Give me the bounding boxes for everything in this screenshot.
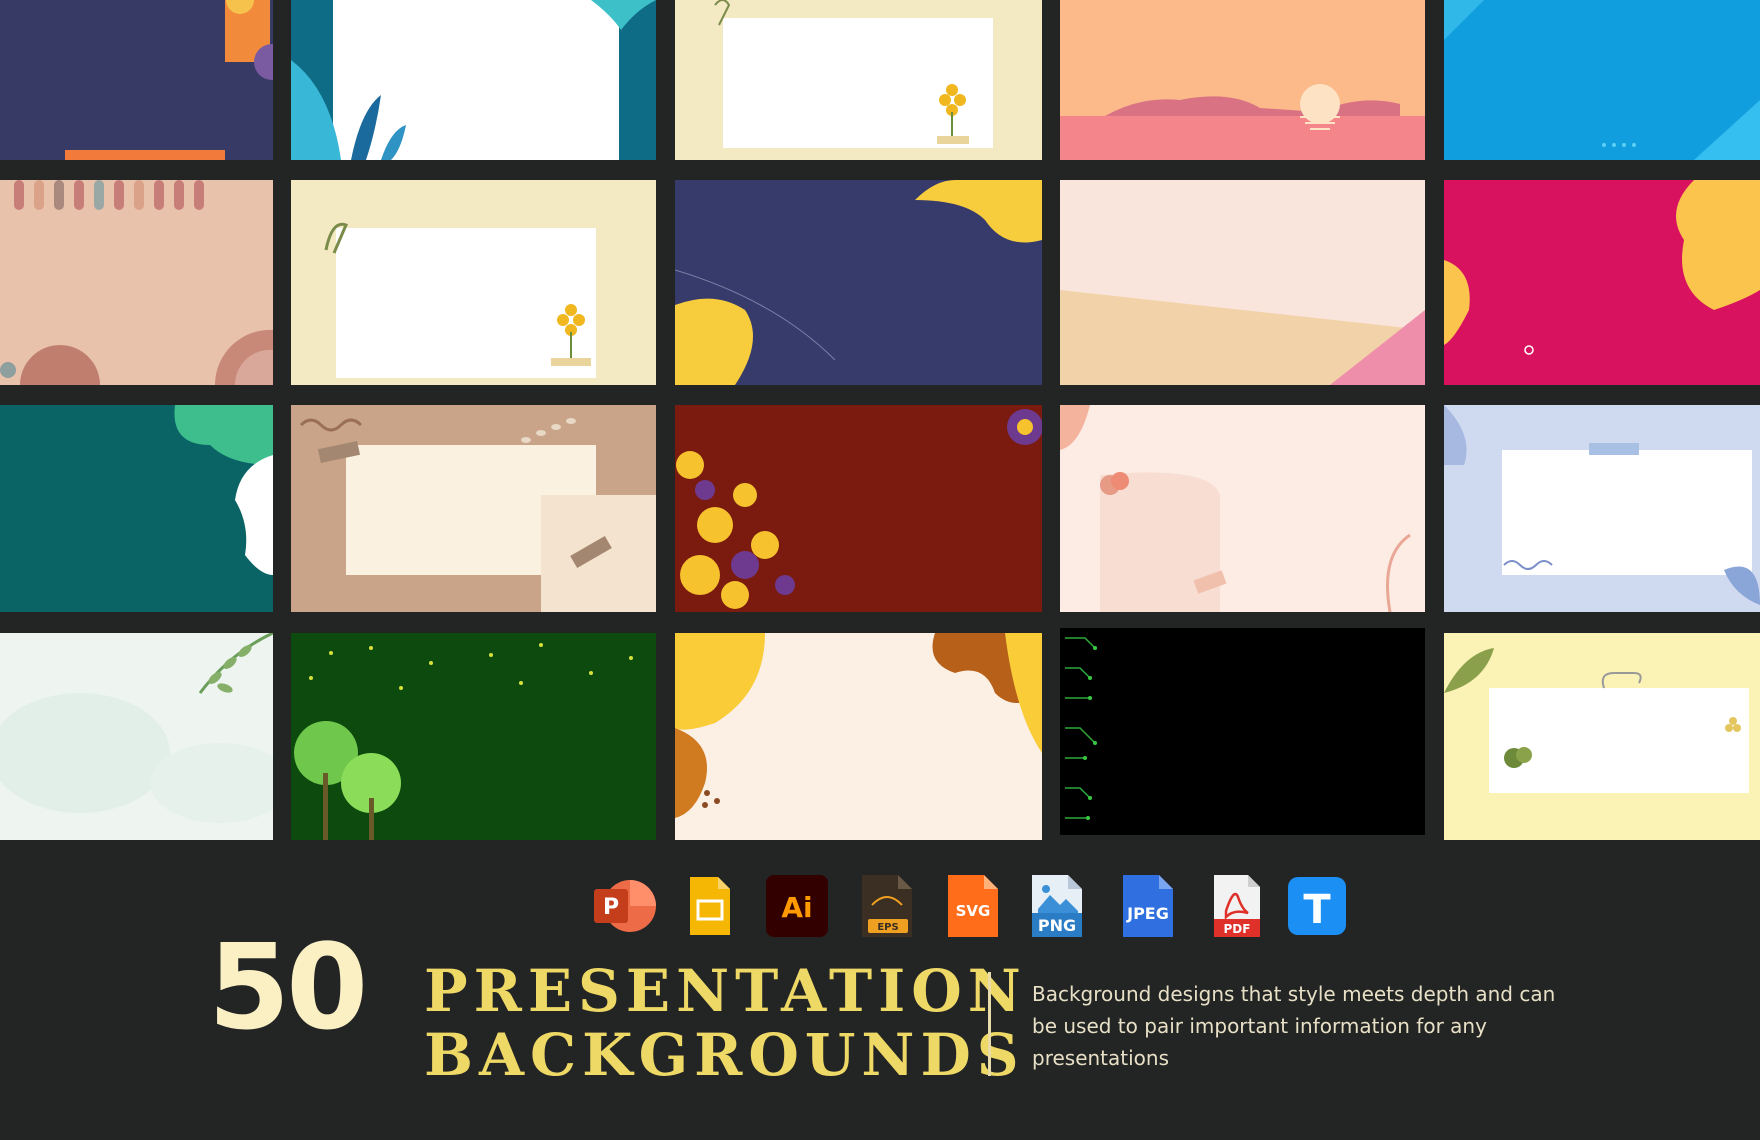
svg-icon: SVG xyxy=(940,873,1006,939)
thumbnail-teal-blob[interactable] xyxy=(0,405,273,612)
thumbnail-brown-paper-tape[interactable] xyxy=(291,405,656,612)
thumbnail-peach-triangles[interactable] xyxy=(1060,180,1425,385)
png-icon: PNG xyxy=(1024,873,1090,939)
thumbnail-magenta-yellow[interactable] xyxy=(1444,180,1760,385)
thumbnail-teal-leaves[interactable] xyxy=(291,0,656,160)
background-count: 50 xyxy=(208,918,368,1056)
thumbnail-cream-paper-flower[interactable] xyxy=(675,0,1042,160)
eps-icon-label: EPS xyxy=(877,922,898,933)
powerpoint-icon: P xyxy=(590,873,656,939)
background-thumbnail-grid xyxy=(0,0,1760,840)
google-slides-icon xyxy=(676,873,742,939)
thumbnail-mint-watercolor[interactable] xyxy=(0,633,273,840)
template-net-icon-label: T xyxy=(1303,887,1331,933)
product-description: Background designs that style meets dept… xyxy=(1032,982,1556,1070)
thumbnail-periwinkle-note[interactable] xyxy=(1444,405,1760,612)
illustrator-icon-label: Ai xyxy=(781,891,812,924)
thumbnail-navy-abstract[interactable] xyxy=(0,0,273,160)
template-net-icon: T xyxy=(1284,873,1350,939)
illustrator-icon: Ai xyxy=(764,873,830,939)
thumbnail-maroon-pansies[interactable] xyxy=(675,405,1042,612)
thumbnail-black-circuit[interactable] xyxy=(1060,628,1425,835)
title-line-2: BACKGROUNDS xyxy=(424,1021,1025,1089)
format-icons-row: P Ai EPS SVG PNG JPEG PDF T xyxy=(590,873,1350,943)
powerpoint-icon-label: P xyxy=(603,895,619,920)
pdf-icon: PDF xyxy=(1204,873,1270,939)
thumbnail-cream-paper-flower-2[interactable] xyxy=(291,180,656,385)
thumbnail-boho-rainbow[interactable] xyxy=(0,180,273,385)
vertical-divider xyxy=(988,972,991,1076)
title-line-1: PRESENTATION xyxy=(424,957,1027,1025)
thumbnail-bright-blue[interactable] xyxy=(1444,0,1760,160)
jpeg-icon-label: JPEG xyxy=(1126,904,1169,923)
thumbnail-cream-yellow-orange[interactable] xyxy=(675,633,1042,840)
svg-icon-label: SVG xyxy=(956,902,991,920)
eps-icon: EPS xyxy=(854,873,920,939)
thumbnail-yellow-grid-note[interactable] xyxy=(1444,633,1760,840)
thumbnail-blush-leaves[interactable] xyxy=(1060,405,1425,612)
jpeg-icon: JPEG xyxy=(1115,873,1181,939)
thumbnail-forest-night[interactable] xyxy=(291,633,656,840)
pdf-icon-label: PDF xyxy=(1224,922,1251,936)
thumbnail-sunset-lake[interactable] xyxy=(1060,0,1425,160)
png-icon-label: PNG xyxy=(1038,916,1076,935)
thumbnail-navy-yellow-wave[interactable] xyxy=(675,180,1042,385)
